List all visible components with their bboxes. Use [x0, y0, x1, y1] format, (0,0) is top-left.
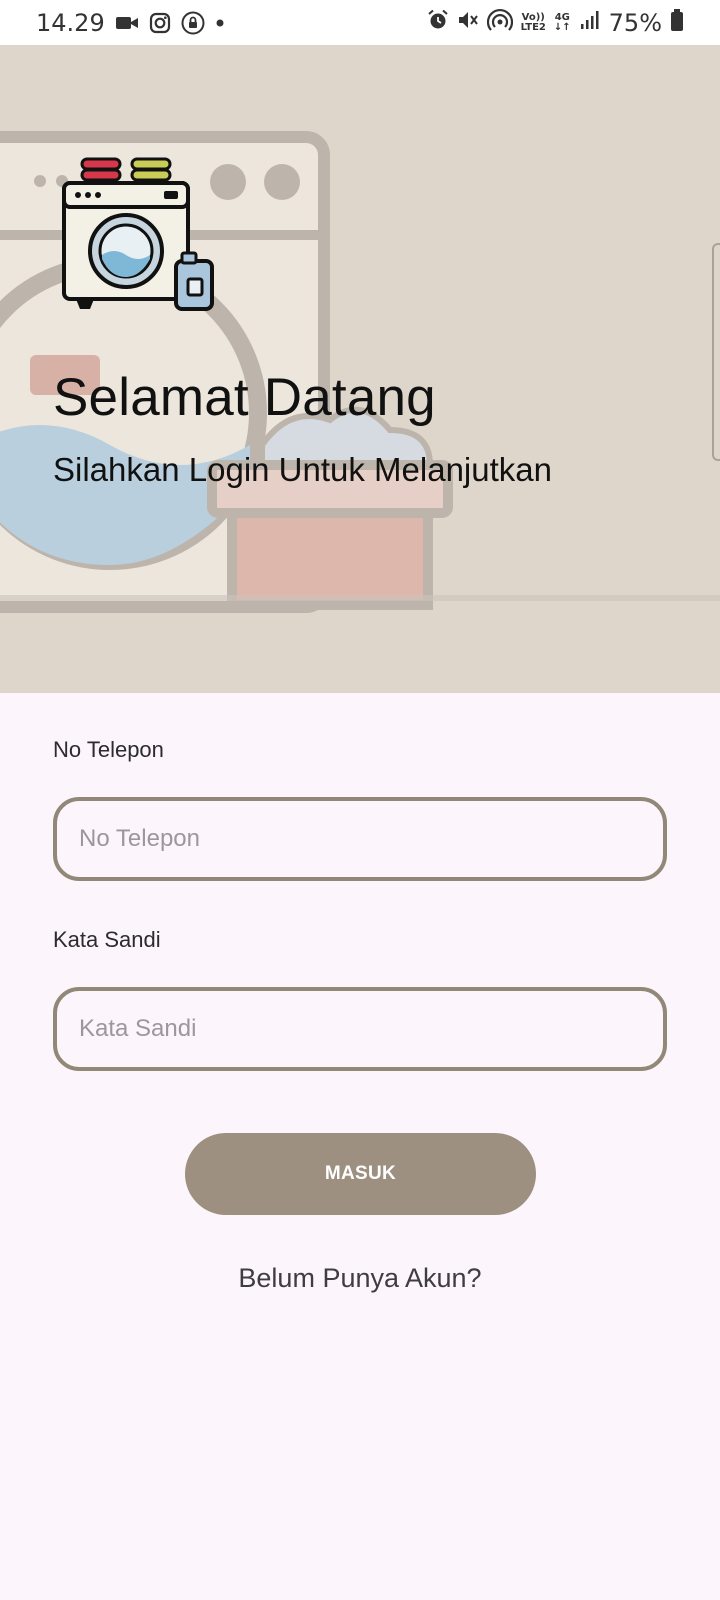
status-time: 14.29	[36, 8, 105, 37]
washing-machine-icon	[60, 155, 220, 320]
dot-icon	[215, 18, 225, 28]
hero-banner: Selamat Datang Silahkan Login Untuk Mela…	[0, 45, 720, 693]
volte-indicator: Vo)) LTE2	[520, 11, 546, 33]
edge-panel-handle[interactable]	[712, 243, 720, 461]
password-field-container	[53, 987, 667, 1071]
video-icon	[115, 14, 139, 32]
welcome-subtitle: Silahkan Login Untuk Melanjutkan	[53, 451, 552, 488]
login-button[interactable]: MASUK	[185, 1133, 536, 1215]
network-type-indicator: 4G ↓↑	[553, 11, 571, 33]
status-bar: 14.29 Vo)) LTE2 4G ↓↑ 75%	[0, 0, 720, 45]
phone-field-container	[53, 797, 667, 881]
instagram-icon	[149, 12, 171, 34]
battery-percent: 75%	[608, 8, 662, 37]
register-link[interactable]: Belum Punya Akun?	[0, 1263, 720, 1294]
welcome-title: Selamat Datang	[53, 368, 436, 427]
password-input[interactable]	[57, 991, 663, 1067]
alarm-icon	[427, 9, 449, 37]
signal-icon	[579, 9, 601, 37]
mute-icon	[457, 9, 479, 37]
phone-input[interactable]	[57, 801, 663, 877]
phone-label: No Telepon	[53, 737, 164, 762]
battery-icon	[670, 8, 684, 38]
hotspot-icon	[486, 8, 513, 38]
lock-icon	[181, 11, 205, 35]
password-label: Kata Sandi	[53, 927, 161, 952]
